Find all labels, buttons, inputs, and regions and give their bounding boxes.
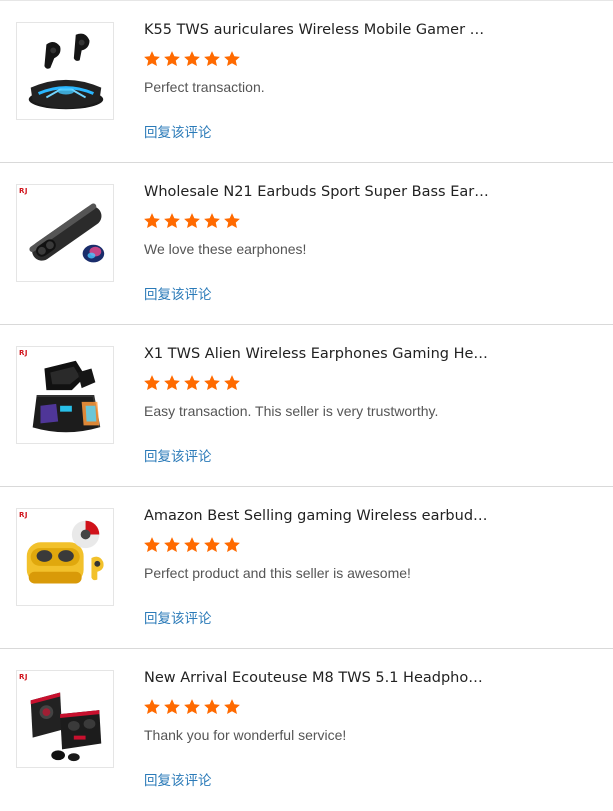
reply-to-review-link[interactable]: 回复该评论 — [144, 125, 212, 142]
star-icon — [204, 51, 220, 67]
star-icon — [224, 51, 240, 67]
gamer-earbuds-icon — [28, 33, 104, 110]
review-comment: We love these earphones! — [144, 241, 307, 257]
star-icon — [164, 375, 180, 391]
star-icon — [164, 51, 180, 67]
star-icon — [144, 537, 160, 553]
star-icon — [204, 537, 220, 553]
reply-to-review-link[interactable]: 回复该评论 — [144, 611, 212, 628]
review-comment: Thank you for wonderful service! — [144, 727, 347, 743]
product-thumbnail[interactable]: RJ — [16, 670, 114, 768]
product-thumbnail[interactable]: RJ — [16, 508, 114, 606]
yellow-earbuds-case-icon — [26, 520, 104, 584]
reply-to-review-link[interactable]: 回复该评论 — [144, 449, 212, 466]
star-icon — [184, 51, 200, 67]
star-icon — [184, 375, 200, 391]
review-list: K55 TWS auriculares Wireless Mobile Game… — [0, 1, 613, 811]
image-badge: RJ — [19, 511, 28, 519]
image-badge: RJ — [19, 349, 28, 357]
star-rating — [143, 374, 241, 394]
star-icon — [164, 537, 180, 553]
star-icon — [204, 699, 220, 715]
review-item: RJ New Arrival Ecouteuse M8 TWS 5.1 Head… — [0, 649, 613, 811]
product-title[interactable]: Amazon Best Selling gaming Wireless earb… — [144, 507, 489, 525]
star-rating — [143, 536, 241, 556]
black-red-square-case-icon — [30, 692, 102, 762]
product-thumbnail[interactable]: RJ — [16, 346, 114, 444]
review-comment: Perfect transaction. — [144, 79, 265, 95]
image-badge: RJ — [19, 187, 28, 195]
product-title[interactable]: New Arrival Ecouteuse M8 TWS 5.1 Headpho… — [144, 669, 489, 687]
product-thumbnail[interactable]: RJ — [16, 184, 114, 282]
star-icon — [164, 699, 180, 715]
product-title[interactable]: X1 TWS Alien Wireless Earphones Gaming H… — [144, 345, 489, 363]
review-item: RJ Amazon Best Selling gaming Wireless e… — [0, 487, 613, 649]
star-icon — [144, 213, 160, 229]
cylindrical-case-earbuds-icon — [29, 203, 105, 263]
product-title[interactable]: Wholesale N21 Earbuds Sport Super Bass E… — [144, 183, 489, 201]
alien-gaming-earphones-icon — [32, 360, 101, 433]
product-thumbnail[interactable] — [16, 22, 114, 120]
star-icon — [144, 699, 160, 715]
star-icon — [144, 51, 160, 67]
star-icon — [184, 537, 200, 553]
review-comment: Perfect product and this seller is aweso… — [144, 565, 411, 581]
star-icon — [144, 375, 160, 391]
review-comment: Easy transaction. This seller is very tr… — [144, 403, 439, 419]
star-rating — [143, 50, 241, 70]
star-icon — [164, 213, 180, 229]
star-icon — [184, 699, 200, 715]
reply-to-review-link[interactable]: 回复该评论 — [144, 287, 212, 304]
star-icon — [224, 375, 240, 391]
review-item: RJ Wholesale N21 Earbuds Sport Super Bas… — [0, 163, 613, 325]
star-icon — [204, 213, 220, 229]
product-title[interactable]: K55 TWS auriculares Wireless Mobile Game… — [144, 21, 489, 39]
review-item: RJ X1 TWS Alien Wireless Earphones Gamin… — [0, 325, 613, 487]
star-rating — [143, 698, 241, 718]
image-badge: RJ — [19, 673, 28, 681]
review-item: K55 TWS auriculares Wireless Mobile Game… — [0, 1, 613, 163]
star-icon — [204, 375, 220, 391]
reply-to-review-link[interactable]: 回复该评论 — [144, 773, 212, 790]
star-icon — [224, 699, 240, 715]
star-rating — [143, 212, 241, 232]
star-icon — [184, 213, 200, 229]
star-icon — [224, 537, 240, 553]
star-icon — [224, 213, 240, 229]
